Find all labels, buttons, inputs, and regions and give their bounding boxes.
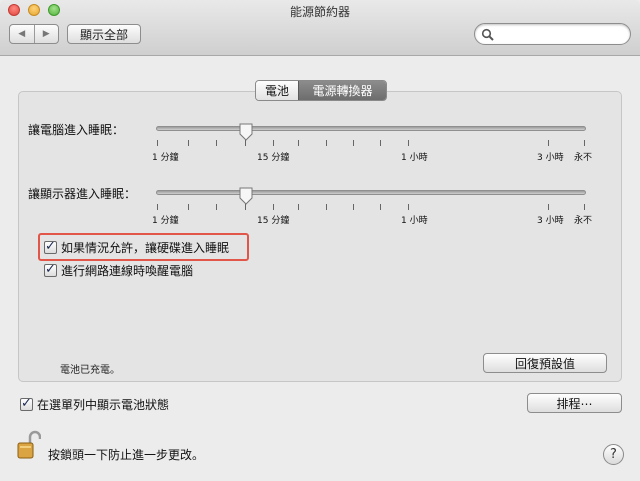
computer-sleep-track[interactable]	[156, 126, 586, 131]
tick-mark	[380, 140, 381, 146]
wake-network-label: 進行網路連線時喚醒電腦	[61, 264, 194, 278]
tick-label: 永不	[574, 153, 593, 163]
battery-status-text: 電池已充電。	[60, 365, 120, 376]
help-button[interactable]: ?	[603, 444, 624, 465]
schedule-button[interactable]: 排程⋯	[527, 393, 622, 413]
search-input[interactable]	[497, 26, 625, 42]
tick-mark	[298, 140, 299, 146]
search-field[interactable]	[474, 23, 631, 45]
window-title: 能源節約器	[289, 5, 350, 19]
show-battery-status-checkbox[interactable]: ✓	[20, 396, 33, 411]
wake-network-checkbox[interactable]: ✓	[44, 262, 57, 277]
tick-mark	[584, 140, 585, 146]
tab-bar: 電池 電源轉換器	[255, 80, 387, 101]
wake-network-option[interactable]: ✓ 進行網路連線時喚醒電腦	[44, 262, 193, 279]
tick-mark	[245, 204, 246, 210]
tick-mark	[273, 204, 274, 210]
lock-instruction-text: 按鎖頭一下防止進一步更改。	[48, 448, 205, 462]
restore-defaults-button[interactable]: 回復預設值	[483, 353, 607, 373]
tick-mark	[548, 140, 549, 146]
triangle-left-icon: ◀	[18, 29, 26, 39]
triangle-right-icon: ▶	[42, 29, 50, 39]
tick-mark	[326, 140, 327, 146]
tick-mark	[188, 140, 189, 146]
checkmark-icon: ✓	[45, 239, 56, 254]
tick-mark	[216, 204, 217, 210]
tick-mark	[548, 204, 549, 210]
display-sleep-label: 讓顯示器進入睡眠：	[28, 187, 137, 201]
disk-sleep-checkbox[interactable]: ✓	[44, 239, 57, 254]
tick-mark	[188, 204, 189, 210]
padlock-icon[interactable]	[17, 429, 41, 459]
tick-mark	[353, 140, 354, 146]
tick-mark	[298, 204, 299, 210]
tick-mark	[245, 140, 246, 146]
tick-label: 1 小時	[401, 153, 428, 163]
tick-label: 1 分鐘	[152, 153, 179, 163]
back-forward-control: ◀ ▶	[9, 24, 59, 44]
magnifier-icon	[481, 28, 494, 41]
window-toolbar: 能源節約器 ◀ ▶ 顯示全部	[0, 0, 640, 56]
back-button[interactable]: ◀	[10, 25, 34, 43]
forward-button[interactable]: ▶	[33, 25, 59, 43]
show-all-button[interactable]: 顯示全部	[67, 24, 141, 44]
checkmark-icon: ✓	[45, 262, 56, 277]
tick-label: 3 小時	[537, 216, 564, 226]
show-battery-status-label: 在選單列中顯示電池狀態	[37, 398, 170, 412]
tick-label: 15 分鐘	[257, 216, 290, 226]
energy-saver-window: 能源節約器 ◀ ▶ 顯示全部 電池 電源轉換器 讓電腦進入睡眠： 1 分鐘 15…	[0, 0, 640, 481]
tab-power-adapter[interactable]: 電源轉換器	[298, 81, 386, 100]
tick-label: 3 小時	[537, 153, 564, 163]
tick-mark	[408, 140, 409, 146]
tick-mark	[326, 204, 327, 210]
disk-sleep-label: 如果情況允許，讓硬碟進入睡眠	[61, 241, 230, 255]
tick-mark	[157, 140, 158, 146]
tick-mark	[273, 140, 274, 146]
disk-sleep-option[interactable]: ✓ 如果情況允許，讓硬碟進入睡眠	[44, 239, 229, 256]
tab-battery[interactable]: 電池	[256, 81, 298, 100]
tick-label: 1 小時	[401, 216, 428, 226]
tick-label: 1 分鐘	[152, 216, 179, 226]
checkmark-icon: ✓	[21, 396, 32, 411]
tick-mark	[584, 204, 585, 210]
display-sleep-track[interactable]	[156, 190, 586, 195]
tick-mark	[353, 204, 354, 210]
display-sleep-slider-thumb[interactable]	[239, 187, 253, 205]
computer-sleep-label: 讓電腦進入睡眠：	[28, 123, 125, 137]
tick-label: 15 分鐘	[257, 153, 290, 163]
tick-label: 永不	[574, 216, 593, 226]
computer-sleep-slider-thumb[interactable]	[239, 123, 253, 141]
tick-mark	[408, 204, 409, 210]
tick-mark	[157, 204, 158, 210]
tick-mark	[216, 140, 217, 146]
tick-mark	[380, 204, 381, 210]
show-battery-status-option[interactable]: ✓ 在選單列中顯示電池狀態	[20, 396, 169, 413]
